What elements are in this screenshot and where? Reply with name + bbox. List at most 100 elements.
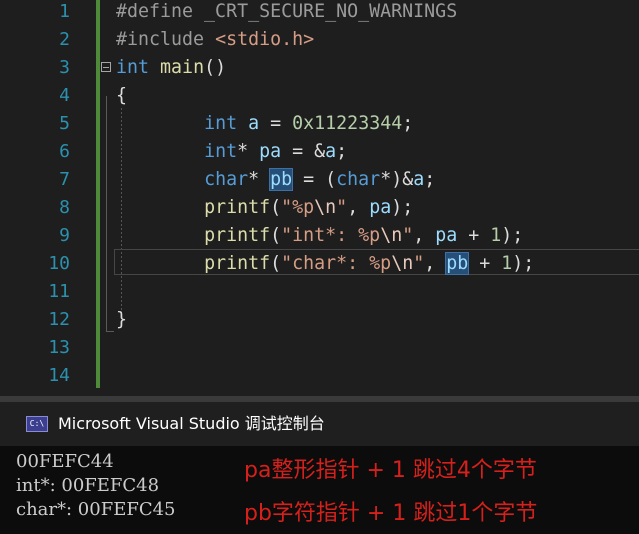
code-text[interactable]: printf("%p\n", pa); bbox=[116, 194, 413, 222]
console-output-area[interactable]: 00FEFC44 int*: 00FEFC48 char*: 00FEFC45 … bbox=[0, 446, 639, 534]
code-token: a bbox=[248, 113, 260, 134]
code-token: ( bbox=[270, 197, 282, 218]
code-token: char bbox=[336, 169, 381, 190]
console-output-line: char*: 00FEFC45 bbox=[16, 499, 176, 520]
code-token: " bbox=[413, 253, 425, 274]
line-number: 5 bbox=[59, 113, 70, 134]
line-number: 8 bbox=[59, 197, 70, 218]
code-token: = ( bbox=[292, 169, 337, 190]
code-line[interactable]: 4{ bbox=[0, 82, 639, 110]
line-number: 4 bbox=[59, 85, 70, 106]
highlighted-reference: pb bbox=[269, 168, 294, 191]
code-line[interactable]: 11 bbox=[0, 278, 639, 306]
code-token: , bbox=[413, 225, 436, 246]
code-token: ( bbox=[270, 225, 282, 246]
line-number: 1 bbox=[59, 1, 70, 22]
code-line[interactable]: 9 printf("int*: %p\n", pa + 1); bbox=[0, 222, 639, 250]
line-number: 6 bbox=[59, 141, 70, 162]
code-token: = bbox=[259, 113, 293, 134]
highlighted-reference: pb bbox=[445, 252, 470, 275]
code-token: + bbox=[457, 225, 491, 246]
annotation-note: pb字符指针 + 1 跳过1个字节 bbox=[244, 501, 538, 526]
code-line[interactable]: 13 bbox=[0, 334, 639, 362]
code-line[interactable]: 5 int a = 0x11223344; bbox=[0, 110, 639, 138]
line-number: 14 bbox=[48, 365, 70, 386]
line-number: 10 bbox=[48, 253, 70, 274]
line-number: 3 bbox=[59, 57, 70, 78]
code-text[interactable]: #define _CRT_SECURE_NO_WARNINGS bbox=[116, 0, 457, 26]
code-token: ); bbox=[391, 197, 414, 218]
code-token: ; bbox=[336, 141, 348, 162]
code-token: "int*: %p bbox=[281, 225, 381, 246]
code-line[interactable]: 12} bbox=[0, 306, 639, 334]
code-token: () bbox=[204, 57, 227, 78]
code-token: " bbox=[402, 225, 414, 246]
code-token: 1 bbox=[501, 253, 513, 274]
code-token: char bbox=[204, 169, 249, 190]
line-number: 7 bbox=[59, 169, 70, 190]
code-token: , bbox=[347, 197, 370, 218]
line-number: 9 bbox=[59, 225, 70, 246]
code-text[interactable]: } bbox=[116, 306, 127, 334]
code-editor[interactable]: 1 #define _CRT_SECURE_NO_WARNINGS 2 #includ… bbox=[0, 0, 639, 396]
code-text[interactable]: { bbox=[116, 82, 127, 110]
code-text[interactable]: int main() bbox=[116, 54, 226, 82]
code-token: printf bbox=[204, 197, 271, 218]
code-text[interactable]: printf("int*: %p\n", pa + 1); bbox=[116, 222, 523, 250]
code-token: * bbox=[237, 141, 260, 162]
code-line[interactable]: 1 #define _CRT_SECURE_NO_WARNINGS bbox=[0, 0, 639, 26]
code-line[interactable]: 8 printf("%p\n", pa); bbox=[0, 194, 639, 222]
code-text[interactable]: char* pb = (char*)&a; bbox=[116, 166, 435, 194]
console-title-bar[interactable]: C:\ Microsoft Visual Studio 调试控制台 bbox=[0, 402, 639, 446]
collapse-icon[interactable] bbox=[101, 62, 111, 72]
console-output-line: int*: 00FEFC48 bbox=[16, 475, 160, 496]
code-token: ; bbox=[424, 169, 436, 190]
code-text[interactable]: printf("char*: %p\n", pb + 1); bbox=[116, 250, 534, 278]
code-text[interactable]: #include <stdio.h> bbox=[116, 26, 314, 54]
code-line[interactable]: 10 printf("char*: %p\n", pb + 1); bbox=[0, 250, 639, 278]
code-token: int bbox=[204, 141, 238, 162]
code-token: "%p bbox=[281, 197, 315, 218]
code-token: pa bbox=[369, 197, 392, 218]
code-token: \n bbox=[380, 225, 403, 246]
code-token: + bbox=[468, 253, 502, 274]
code-token: #include bbox=[116, 29, 205, 50]
line-number: 12 bbox=[48, 309, 70, 330]
code-line[interactable]: 3 int main() bbox=[0, 54, 639, 82]
code-text[interactable]: int a = 0x11223344; bbox=[116, 110, 413, 138]
code-line[interactable]: 2 #include <stdio.h> bbox=[0, 26, 639, 54]
code-token: <stdio.h> bbox=[215, 29, 315, 50]
code-token: a bbox=[413, 169, 425, 190]
code-token: pa bbox=[259, 141, 282, 162]
code-token: 0x11223344 bbox=[292, 113, 403, 134]
code-token: ); bbox=[501, 225, 524, 246]
code-token: 1 bbox=[490, 225, 502, 246]
code-token: ); bbox=[512, 253, 535, 274]
code-token: " bbox=[336, 197, 348, 218]
code-token: a bbox=[325, 141, 337, 162]
line-number: 11 bbox=[48, 281, 70, 302]
code-line[interactable]: 7 char* pb = (char*)&a; bbox=[0, 166, 639, 194]
code-token: int bbox=[204, 113, 238, 134]
code-token: { bbox=[116, 85, 128, 106]
code-text[interactable]: int* pa = &a; bbox=[116, 138, 347, 166]
code-token: _CRT_SECURE_NO_WARNINGS bbox=[193, 1, 458, 22]
code-token: *)& bbox=[380, 169, 414, 190]
code-line[interactable]: 6 int* pa = &a; bbox=[0, 138, 639, 166]
code-token: ( bbox=[270, 253, 282, 274]
code-token: = & bbox=[281, 141, 326, 162]
code-token: "char*: %p bbox=[281, 253, 392, 274]
code-token: main bbox=[160, 57, 205, 78]
code-token: printf bbox=[204, 225, 271, 246]
annotation-note: pa整形指针 + 1 跳过4个字节 bbox=[244, 458, 537, 483]
code-line[interactable]: 14 bbox=[0, 362, 639, 390]
code-token: , bbox=[424, 253, 447, 274]
console-app-icon: C:\ bbox=[26, 416, 48, 432]
